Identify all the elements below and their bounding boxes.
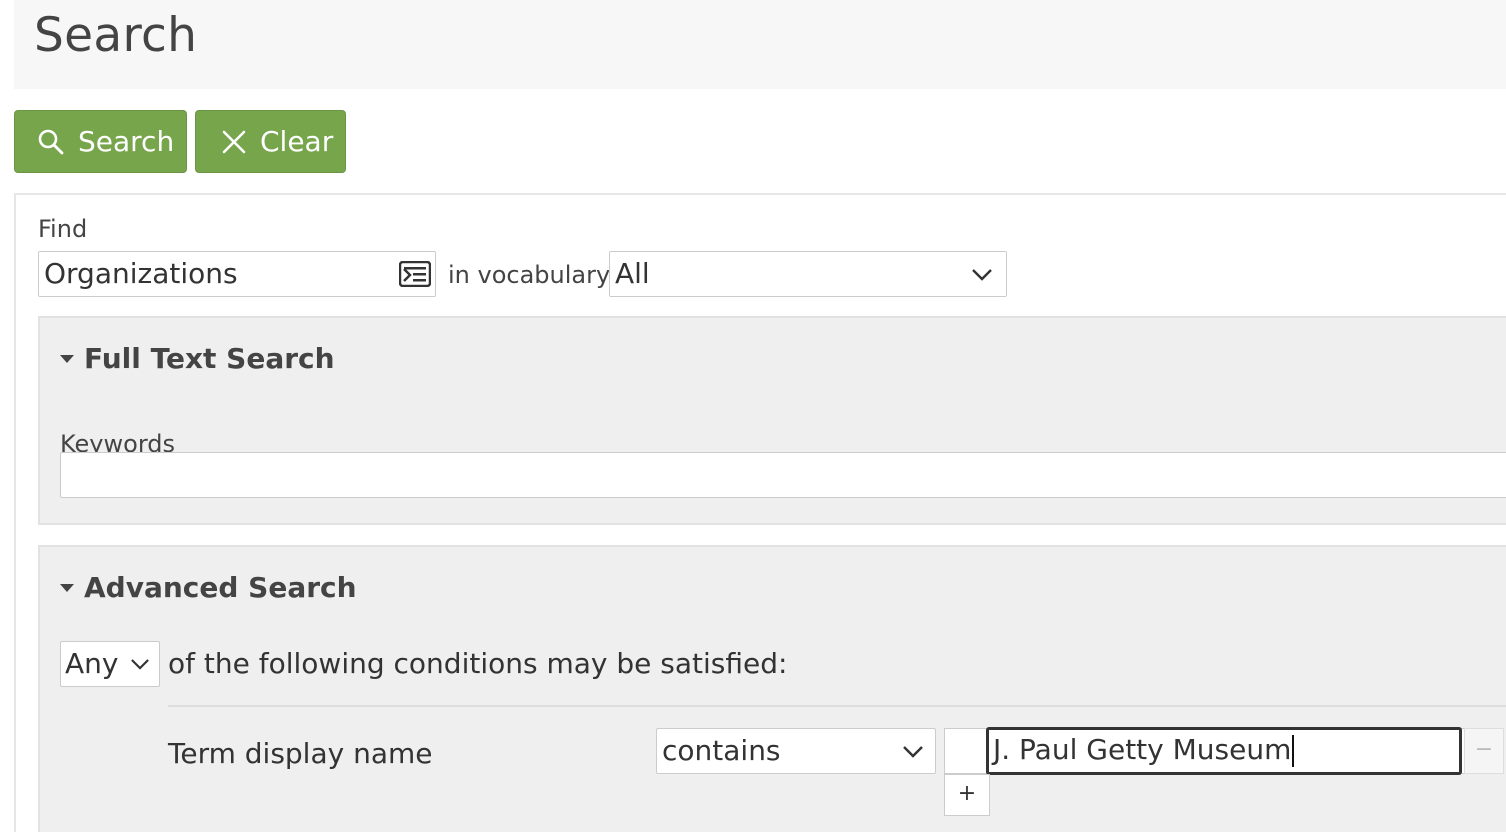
vocabulary-value: All (615, 257, 650, 290)
chevron-down-icon (972, 269, 992, 281)
page-header: Search (14, 0, 1506, 89)
caret-down-icon (60, 354, 74, 363)
conditions-text: of the following conditions may be satis… (168, 647, 788, 680)
divider (168, 705, 1506, 707)
advanced-search-toggle[interactable]: Advanced Search (60, 571, 357, 604)
condition-operator-select[interactable]: contains (656, 728, 936, 774)
condition-operator-value: contains (662, 734, 781, 767)
search-form: Find Organizations in vocabulary All Ful… (14, 193, 1506, 832)
add-value-button[interactable]: + (944, 774, 990, 816)
close-icon (222, 130, 246, 153)
advanced-search-panel: Advanced Search Any of the following con… (38, 545, 1506, 832)
condition-field-label: Term display name (168, 737, 433, 770)
remove-value-button[interactable]: − (1464, 728, 1504, 774)
condition-value-input[interactable]: J. Paul Getty Museum (986, 727, 1462, 775)
boolean-operator-select[interactable]: Any (60, 641, 160, 687)
record-type-input[interactable]: Organizations (38, 251, 436, 297)
caret-down-icon (60, 583, 74, 592)
full-text-search-toggle[interactable]: Full Text Search (60, 342, 335, 375)
record-type-value: Organizations (44, 257, 238, 290)
search-button[interactable]: Search (14, 110, 187, 173)
clear-button-label: Clear (260, 125, 334, 158)
find-label: Find (38, 215, 88, 243)
clear-button[interactable]: Clear (195, 110, 346, 173)
page-title: Search (34, 8, 198, 63)
keywords-input[interactable] (60, 452, 1506, 498)
advanced-search-heading: Advanced Search (84, 571, 357, 604)
search-icon (38, 129, 64, 154)
full-text-search-panel: Full Text Search Keywords (38, 316, 1506, 525)
record-picker-icon[interactable] (399, 261, 431, 287)
in-vocabulary-label: in vocabulary (448, 261, 611, 289)
condition-value-text: J. Paul Getty Museum (993, 733, 1292, 766)
chevron-down-icon (903, 746, 923, 758)
text-cursor (1292, 735, 1295, 767)
vocabulary-select[interactable]: All (609, 251, 1007, 297)
search-button-label: Search (78, 125, 175, 158)
chevron-down-icon (131, 659, 149, 670)
full-text-search-heading: Full Text Search (84, 342, 335, 375)
boolean-operator-value: Any (65, 647, 119, 680)
